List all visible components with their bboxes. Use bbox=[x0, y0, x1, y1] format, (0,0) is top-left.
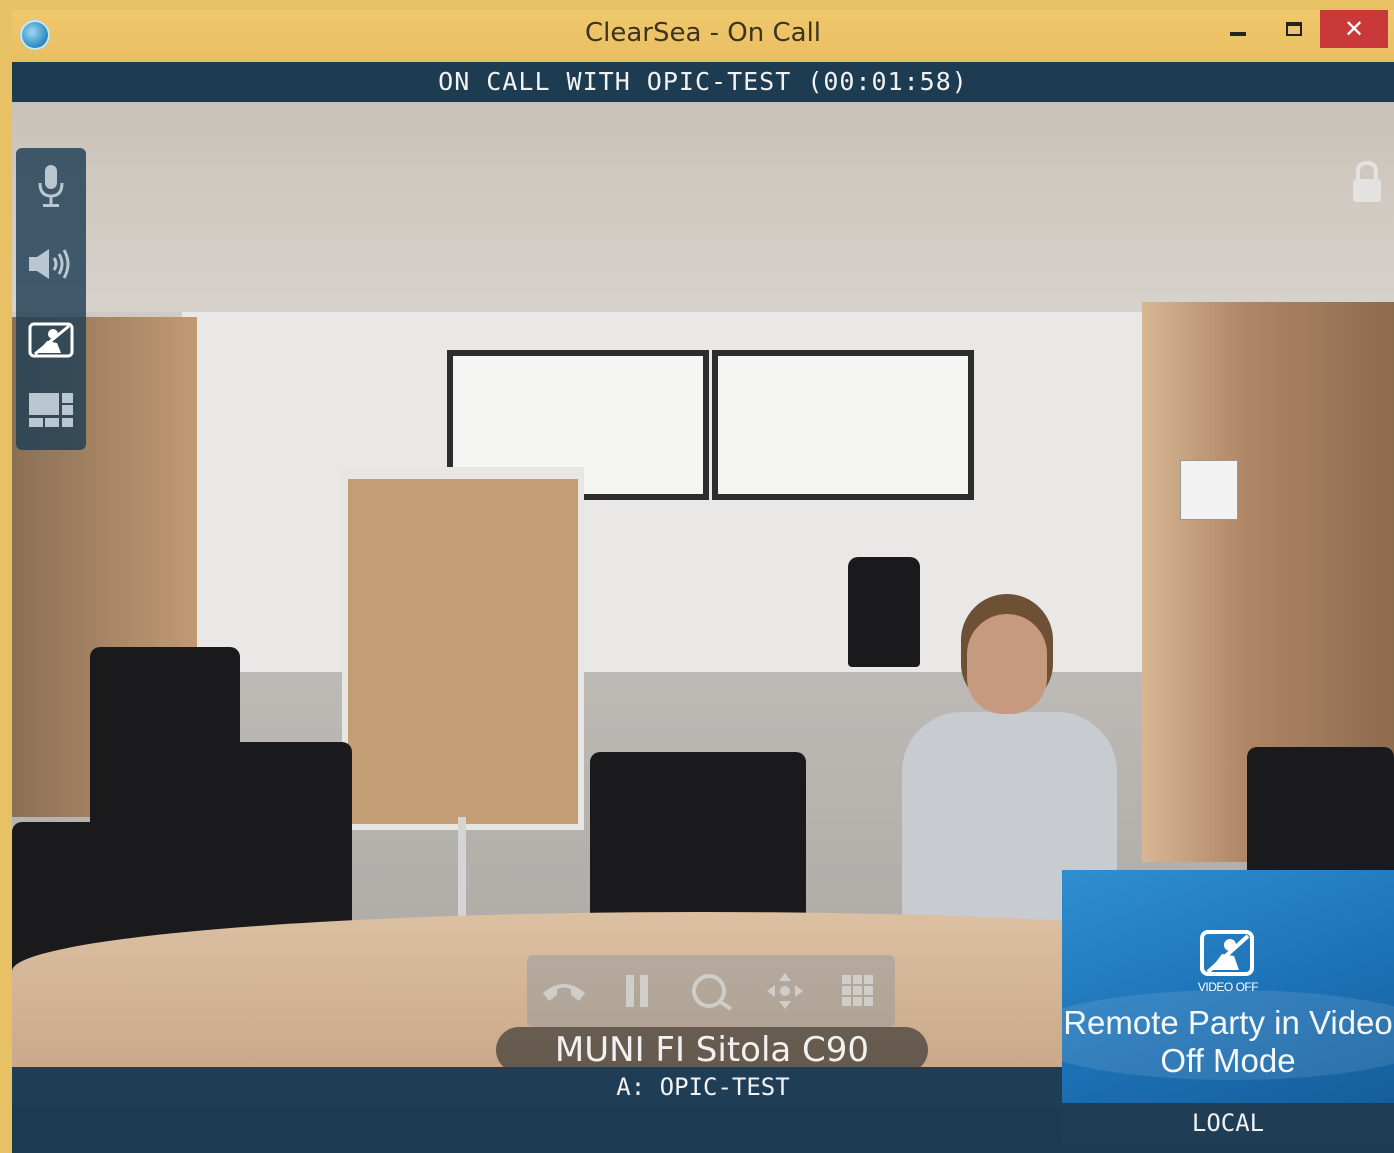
call-controls bbox=[527, 955, 895, 1027]
minimize-icon bbox=[1230, 32, 1246, 36]
local-view-label: LOCAL bbox=[1062, 1103, 1394, 1143]
scene-flipchart-stand bbox=[458, 817, 466, 927]
layout-button[interactable] bbox=[16, 380, 86, 440]
scene-chair bbox=[848, 557, 920, 667]
layout-icon bbox=[29, 393, 73, 427]
content-share-button[interactable] bbox=[683, 967, 739, 1015]
pause-icon bbox=[626, 975, 649, 1007]
microphone-button[interactable] bbox=[16, 156, 86, 216]
close-button[interactable]: ✕ bbox=[1320, 10, 1388, 48]
keypad-icon bbox=[842, 975, 874, 1006]
call-sidebar bbox=[16, 148, 86, 450]
scene-projection-screen bbox=[712, 350, 974, 500]
hangup-icon bbox=[542, 984, 585, 1001]
microphone-icon bbox=[38, 165, 64, 207]
app-window: ClearSea - On Call ✕ ON CALL WITH OPIC-T… bbox=[12, 10, 1394, 1153]
speaker-button[interactable] bbox=[16, 234, 86, 294]
content-share-icon bbox=[691, 974, 733, 1011]
scene-person-head bbox=[967, 614, 1047, 714]
close-icon: ✕ bbox=[1343, 15, 1365, 43]
video-off-icon bbox=[28, 322, 74, 358]
camera-control-button[interactable] bbox=[757, 967, 813, 1015]
keypad-button[interactable] bbox=[830, 967, 886, 1015]
pause-button[interactable] bbox=[609, 967, 665, 1015]
maximize-button[interactable] bbox=[1266, 10, 1322, 48]
window-title: ClearSea - On Call bbox=[584, 18, 822, 48]
call-status-bar: ON CALL WITH OPIC-TEST (00:01:58) bbox=[12, 62, 1394, 102]
speaker-icon bbox=[29, 249, 70, 279]
video-off-icon bbox=[1200, 930, 1254, 976]
camera-control-icon bbox=[766, 973, 803, 1009]
local-self-view[interactable]: VIDEO OFF Remote Party in Video Off Mode bbox=[1062, 870, 1394, 1103]
hangup-button[interactable] bbox=[536, 967, 592, 1015]
scene-flipchart bbox=[342, 467, 584, 830]
scene-speaker-box bbox=[1180, 460, 1238, 520]
video-off-caption: VIDEO OFF bbox=[1197, 980, 1259, 994]
maximize-icon bbox=[1286, 22, 1302, 36]
lock-icon[interactable] bbox=[1350, 160, 1384, 204]
scene-chair bbox=[590, 752, 806, 932]
title-bar[interactable]: ClearSea - On Call ✕ bbox=[12, 10, 1394, 62]
video-off-button[interactable] bbox=[16, 310, 86, 370]
scene-ceiling bbox=[12, 102, 1394, 312]
minimize-button[interactable] bbox=[1210, 10, 1266, 48]
video-off-message: Remote Party in Video Off Mode bbox=[1063, 1004, 1393, 1079]
